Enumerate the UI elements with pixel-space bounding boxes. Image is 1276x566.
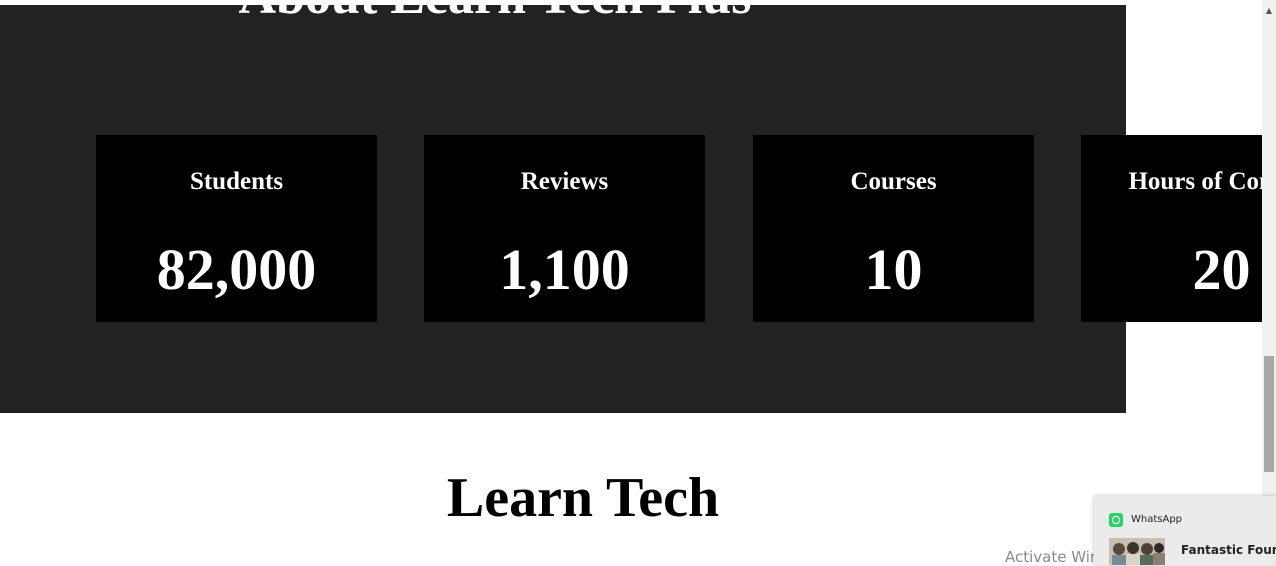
stat-card-reviews: Reviews 1,100	[424, 135, 705, 322]
learn-tech-heading: Learn Tech	[446, 467, 720, 529]
page-viewport: About Learn Tech Plus Students 82,000 Re…	[0, 0, 1262, 565]
about-section: About Learn Tech Plus Students 82,000 Re…	[0, 0, 1262, 413]
stat-card-courses: Courses 10	[753, 135, 1034, 322]
stat-value: 1,100	[499, 237, 630, 302]
stat-card-students: Students 82,000	[96, 135, 377, 322]
about-title: About Learn Tech Plus	[0, 0, 990, 27]
page-scrollbar[interactable]: ▲	[1262, 0, 1276, 565]
stat-label: Students	[189, 168, 284, 195]
stat-value: 82,000	[156, 237, 317, 302]
stat-value: 20	[1192, 237, 1251, 302]
stat-value: 10	[864, 237, 923, 302]
stat-card-hours: Hours of Content 20	[1081, 135, 1262, 322]
whatsapp-icon	[1109, 513, 1123, 527]
stat-label: Courses	[850, 168, 937, 195]
stat-label: Reviews	[520, 168, 609, 195]
whatsapp-notification[interactable]: WhatsApp Fantastic Fours	[1094, 496, 1276, 565]
notification-app-name: WhatsApp	[1131, 514, 1183, 525]
scroll-up-arrow-icon[interactable]: ▲	[1262, 4, 1276, 18]
group-avatar	[1109, 538, 1165, 565]
stat-label: Hours of Content	[1128, 168, 1262, 195]
scrollbar-thumb[interactable]	[1264, 356, 1274, 472]
notification-sender: Fantastic Fours	[1181, 543, 1276, 557]
